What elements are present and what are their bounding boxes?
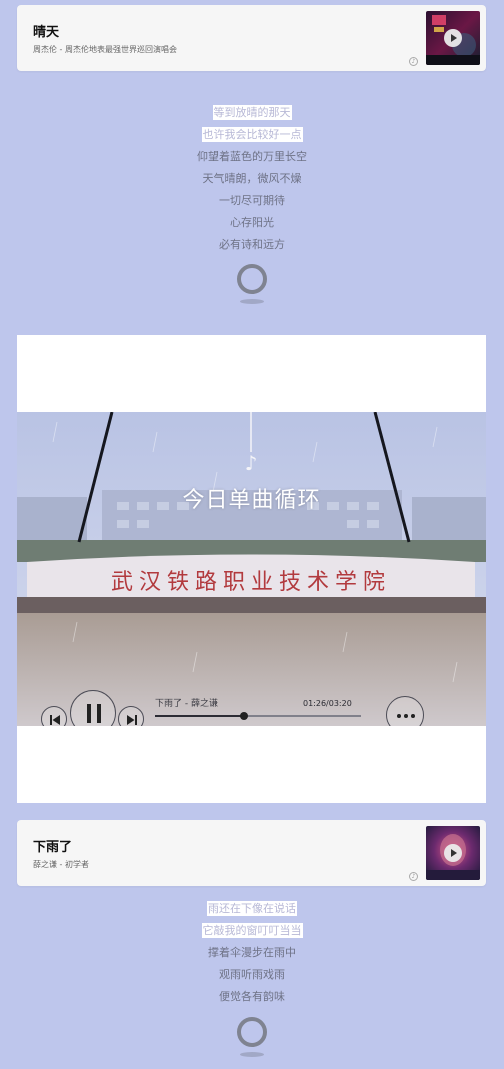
more-options-icon — [397, 714, 415, 718]
svg-text:♪: ♪ — [245, 451, 258, 475]
loading-shadow — [240, 299, 264, 304]
album-cover[interactable] — [426, 11, 480, 65]
lyric-text: 必有诗和远方 — [219, 238, 285, 251]
lyric-text: 心存阳光 — [230, 216, 274, 229]
song-title: 晴天 — [33, 25, 60, 40]
skip-previous-icon — [50, 715, 60, 725]
lyric-line: 撑着伞漫步在雨中 — [0, 942, 504, 964]
lyric-text: 一切尽可期待 — [219, 194, 285, 207]
video-overlay-title: 今日单曲循环 — [182, 488, 321, 513]
video-frame[interactable]: 武汉铁路职业技术学院 ♪ 今日单曲循环 — [17, 412, 486, 726]
lyric-line: 它敲我的窗叮叮当当 — [0, 920, 504, 942]
svg-text:武汉铁路职业技术学院: 武汉铁路职业技术学院 — [111, 570, 391, 595]
lyric-line: 等到放晴的那天 — [0, 102, 504, 124]
lyric-line: 天气晴朗，微风不燥 — [0, 168, 504, 190]
play-icon[interactable] — [444, 844, 462, 862]
lyric-text: 仰望着蓝色的万里长空 — [197, 150, 307, 163]
lyric-text: 便觉各有韵味 — [219, 990, 285, 1003]
loading-shadow — [240, 1052, 264, 1057]
lyric-text: 撑着伞漫步在雨中 — [208, 946, 296, 959]
netease-logo-icon: ♪ — [409, 57, 418, 66]
pause-icon — [87, 704, 101, 723]
song-artist-album: 薛之谦 - 初学者 — [33, 860, 89, 869]
playback-time: 01:26/03:20 — [303, 699, 352, 708]
lyric-line: 也许我会比较好一点 — [0, 124, 504, 146]
progress-bar[interactable] — [155, 712, 361, 720]
lyric-text: 等到放晴的那天 — [212, 105, 292, 120]
lyric-line: 观雨听雨戏雨 — [0, 964, 504, 986]
album-cover[interactable] — [426, 826, 480, 880]
lyric-text: 它敲我的窗叮叮当当 — [201, 923, 303, 938]
netease-logo-icon: ♪ — [409, 872, 418, 881]
skip-previous-button[interactable] — [41, 706, 67, 726]
lyric-text: 雨还在下像在说话 — [207, 901, 297, 916]
lyric-text: 天气晴朗，微风不燥 — [202, 172, 302, 185]
music-card-2[interactable]: 下雨了 薛之谦 - 初学者 ♪ — [17, 820, 486, 886]
pause-button[interactable] — [70, 690, 116, 726]
skip-next-button[interactable] — [118, 706, 144, 726]
lyric-line: 心存阳光 — [0, 212, 504, 234]
lyric-text: 也许我会比较好一点 — [201, 127, 303, 142]
song-title: 下雨了 — [33, 840, 73, 855]
play-icon[interactable] — [444, 29, 462, 47]
loading-ring-icon — [237, 1017, 267, 1047]
lyric-line: 必有诗和远方 — [0, 234, 504, 256]
progress-knob[interactable] — [239, 712, 248, 720]
lyrics-block-1: 等到放晴的那天 也许我会比较好一点 仰望着蓝色的万里长空 天气晴朗，微风不燥 一切尽可期… — [0, 102, 504, 256]
lyric-text: 观雨听雨戏雨 — [219, 968, 285, 981]
lyric-line: 雨还在下像在说话 — [0, 898, 504, 920]
lyric-line: 一切尽可期待 — [0, 190, 504, 212]
music-card-1[interactable]: 晴天 周杰伦 - 周杰伦地表最强世界巡回演唱会 ♪ — [17, 5, 486, 71]
more-options-button[interactable] — [386, 696, 424, 726]
lyric-line: 仰望着蓝色的万里长空 — [0, 146, 504, 168]
lyrics-block-2: 雨还在下像在说话 它敲我的窗叮叮当当 撑着伞漫步在雨中 观雨听雨戏雨 便觉各有韵味 — [0, 898, 504, 1008]
progress-fill — [155, 715, 244, 717]
video-player[interactable]: 武汉铁路职业技术学院 ♪ 今日单曲循环 下雨了 - 薛之谦 01:26/03:2… — [17, 335, 486, 803]
now-playing-label: 下雨了 - 薛之谦 — [155, 699, 218, 709]
song-artist-album: 周杰伦 - 周杰伦地表最强世界巡回演唱会 — [33, 45, 177, 54]
lyric-line: 便觉各有韵味 — [0, 986, 504, 1008]
rainy-campus-scene: 武汉铁路职业技术学院 ♪ — [17, 412, 486, 726]
loading-ring-icon — [237, 264, 267, 294]
skip-next-icon — [127, 715, 137, 725]
